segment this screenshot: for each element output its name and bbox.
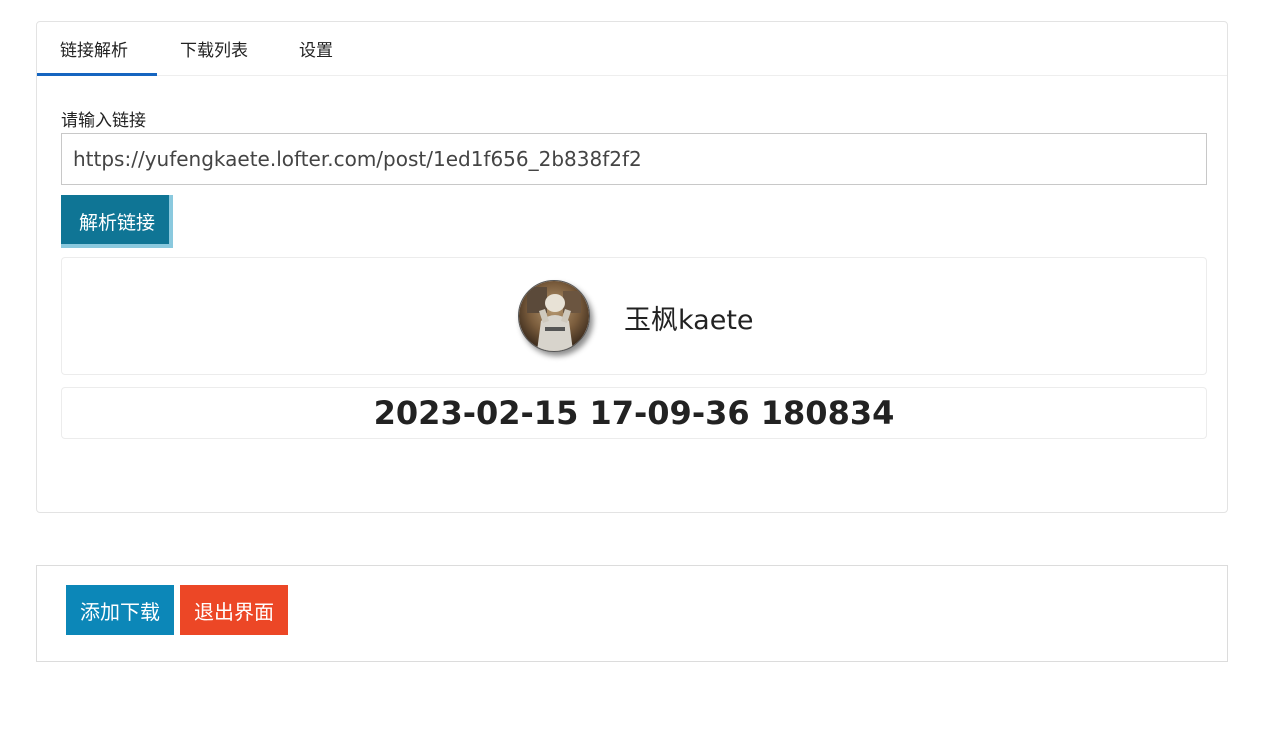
exit-button[interactable]: 退出界面 [180, 585, 288, 635]
tab-settings[interactable]: 设置 [299, 36, 333, 61]
link-input[interactable] [61, 133, 1207, 185]
action-panel: 添加下载 退出界面 [36, 565, 1228, 662]
tab-download-list[interactable]: 下载列表 [180, 36, 248, 61]
link-input-label: 请输入链接 [61, 111, 146, 131]
username: 玉枫kaete [624, 305, 754, 336]
main-panel: 链接解析 下载列表 设置 请输入链接 解析链接 [36, 21, 1228, 513]
avatar-image [519, 281, 589, 351]
tab-link-parse[interactable]: 链接解析 [60, 36, 128, 61]
parse-link-button[interactable]: 解析链接 [61, 195, 173, 248]
avatar [518, 280, 590, 352]
active-tab-indicator [37, 73, 157, 76]
tab-bar: 链接解析 下载列表 设置 [37, 22, 1227, 76]
post-time: 2023-02-15 17-09-36 180834 [61, 387, 1207, 439]
user-card: 玉枫kaete [61, 257, 1207, 375]
add-download-button[interactable]: 添加下载 [66, 585, 174, 635]
